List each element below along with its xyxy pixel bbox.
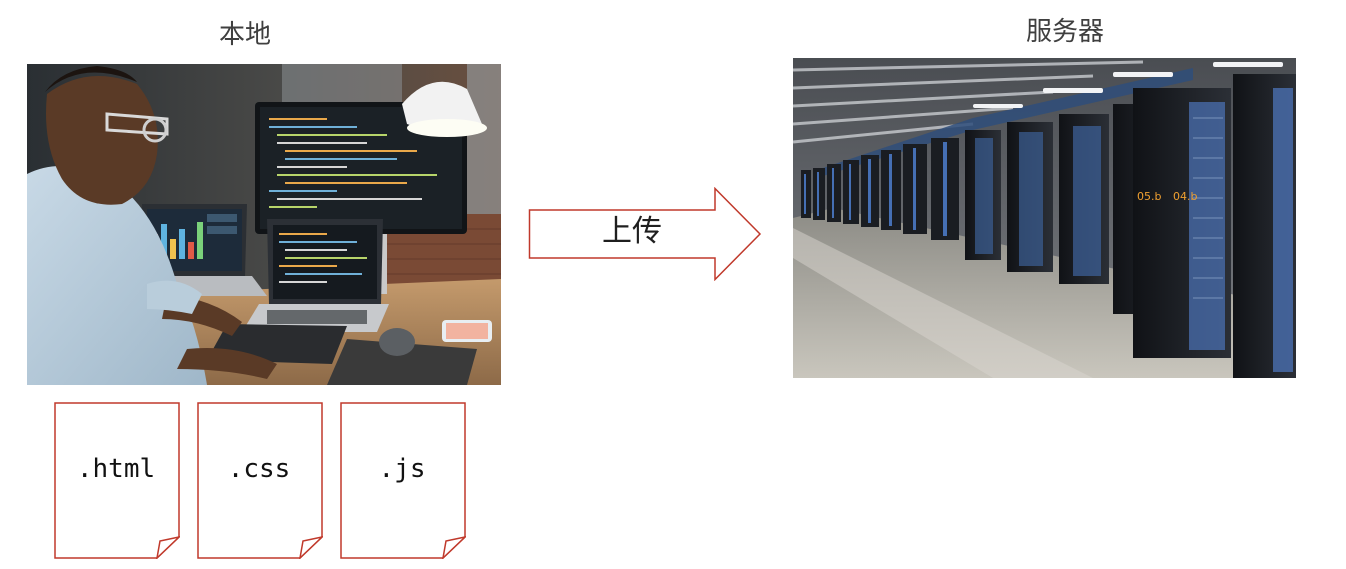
rack-label-05b: 05.b <box>1137 190 1161 203</box>
css-file-icon: .css <box>197 402 323 559</box>
upload-label: 上传 <box>602 214 662 249</box>
rack-label-04b: 04.b <box>1173 190 1197 203</box>
js-file-icon: .js <box>340 402 466 559</box>
server-title: 服务器 <box>1025 17 1104 47</box>
js-file-label: .js <box>378 454 426 484</box>
server-room-photo: 05.b 04.b <box>793 58 1296 378</box>
html-file-label: .html <box>76 454 156 484</box>
developer-workstation-photo <box>27 64 501 385</box>
html-file-icon: .html <box>54 402 180 559</box>
css-file-label: .css <box>227 454 291 484</box>
local-title: 本地 <box>218 20 271 50</box>
